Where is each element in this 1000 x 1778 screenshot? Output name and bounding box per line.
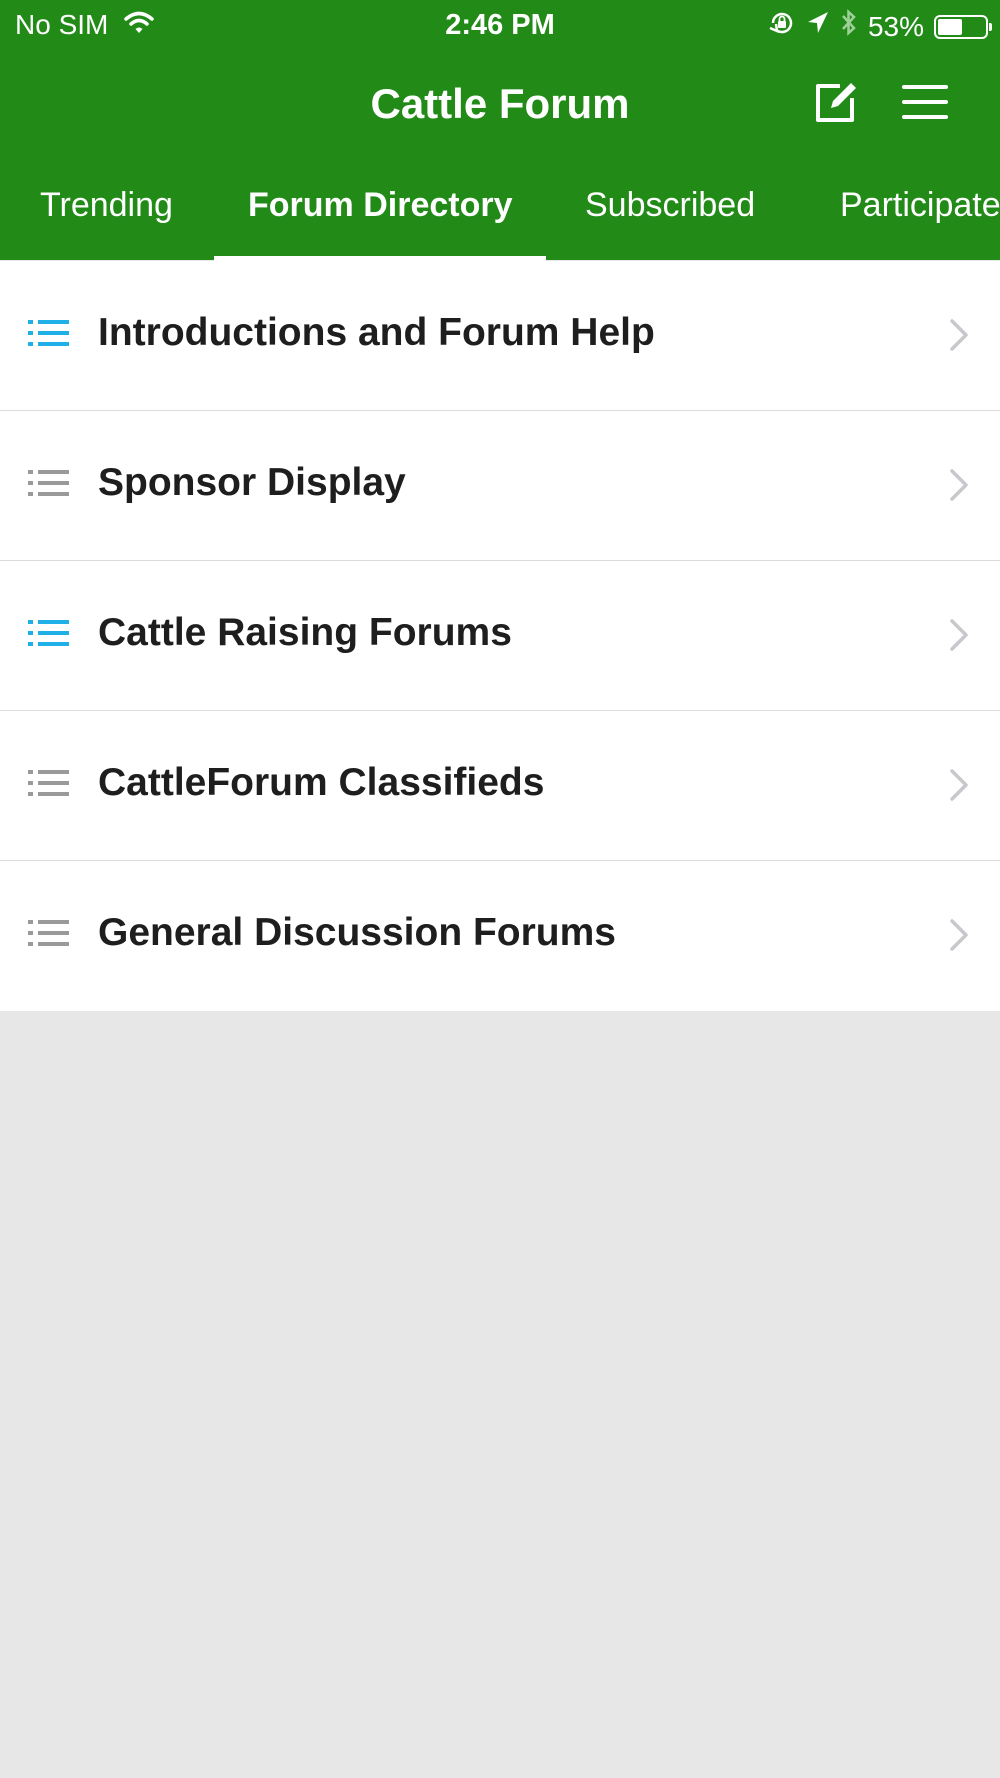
forum-label: Introductions and Forum Help: [98, 311, 655, 354]
chevron-right-icon: [948, 317, 970, 353]
tab-participated[interactable]: Participated: [840, 186, 1000, 225]
forum-label: Sponsor Display: [98, 461, 406, 504]
forum-row-cattle-raising[interactable]: Cattle Raising Forums: [0, 561, 1000, 711]
app-header: No SIM 2:46 PM 53% Cattle Forum Trending…: [0, 0, 1000, 261]
forum-label: General Discussion Forums: [98, 911, 616, 954]
rotation-lock-icon: [768, 9, 796, 44]
compose-icon[interactable]: [812, 78, 860, 126]
chevron-right-icon: [948, 917, 970, 953]
tab-trending[interactable]: Trending: [40, 186, 173, 225]
list-icon: [28, 918, 70, 950]
forum-label: CattleForum Classifieds: [98, 761, 545, 804]
forum-label: Cattle Raising Forums: [98, 611, 512, 654]
tab-forum-directory[interactable]: Forum Directory: [248, 186, 513, 225]
title-bar: Cattle Forum: [0, 50, 1000, 155]
tab-subscribed[interactable]: Subscribed: [585, 186, 755, 225]
battery-fill: [938, 18, 962, 35]
forum-row-classifieds[interactable]: CattleForum Classifieds: [0, 711, 1000, 861]
status-bar: No SIM 2:46 PM 53%: [0, 0, 1000, 50]
chevron-right-icon: [948, 767, 970, 803]
forum-list: Introductions and Forum Help Sponsor Dis…: [0, 261, 1000, 1011]
battery-percent: 53%: [867, 10, 924, 42]
hamburger-menu-icon[interactable]: [900, 82, 950, 122]
list-icon: [28, 318, 70, 350]
list-icon: [28, 768, 70, 800]
status-right: 53%: [768, 8, 992, 45]
list-icon: [28, 468, 70, 500]
forum-row-general-discussion[interactable]: General Discussion Forums: [0, 861, 1000, 1011]
forum-row-introductions[interactable]: Introductions and Forum Help: [0, 261, 1000, 411]
chevron-right-icon: [948, 467, 970, 503]
chevron-right-icon: [948, 617, 970, 653]
location-arrow-icon: [806, 10, 830, 43]
forum-row-sponsor-display[interactable]: Sponsor Display: [0, 411, 1000, 561]
tab-bar: Trending Forum Directory Subscribed Part…: [0, 160, 1000, 260]
battery-icon: [934, 14, 992, 39]
bluetooth-icon: [840, 8, 858, 45]
list-icon: [28, 618, 70, 650]
